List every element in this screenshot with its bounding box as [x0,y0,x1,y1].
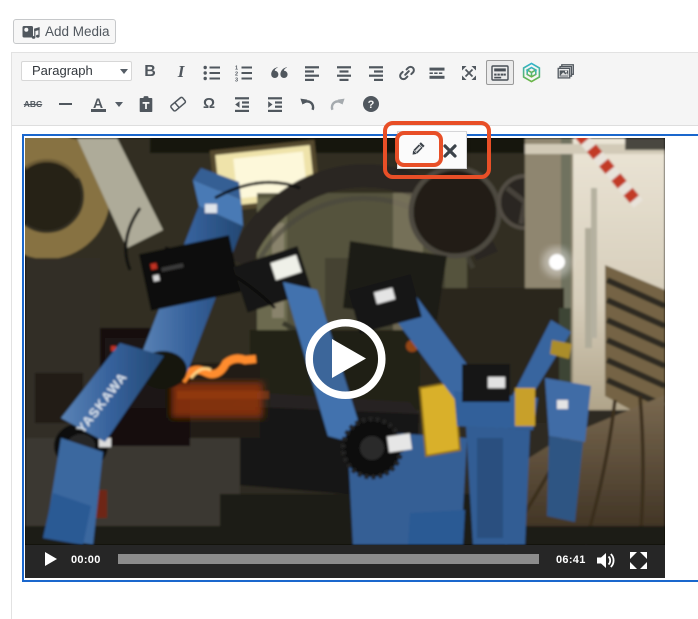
svg-text:?: ? [368,99,375,111]
svg-text:3: 3 [235,77,238,83]
